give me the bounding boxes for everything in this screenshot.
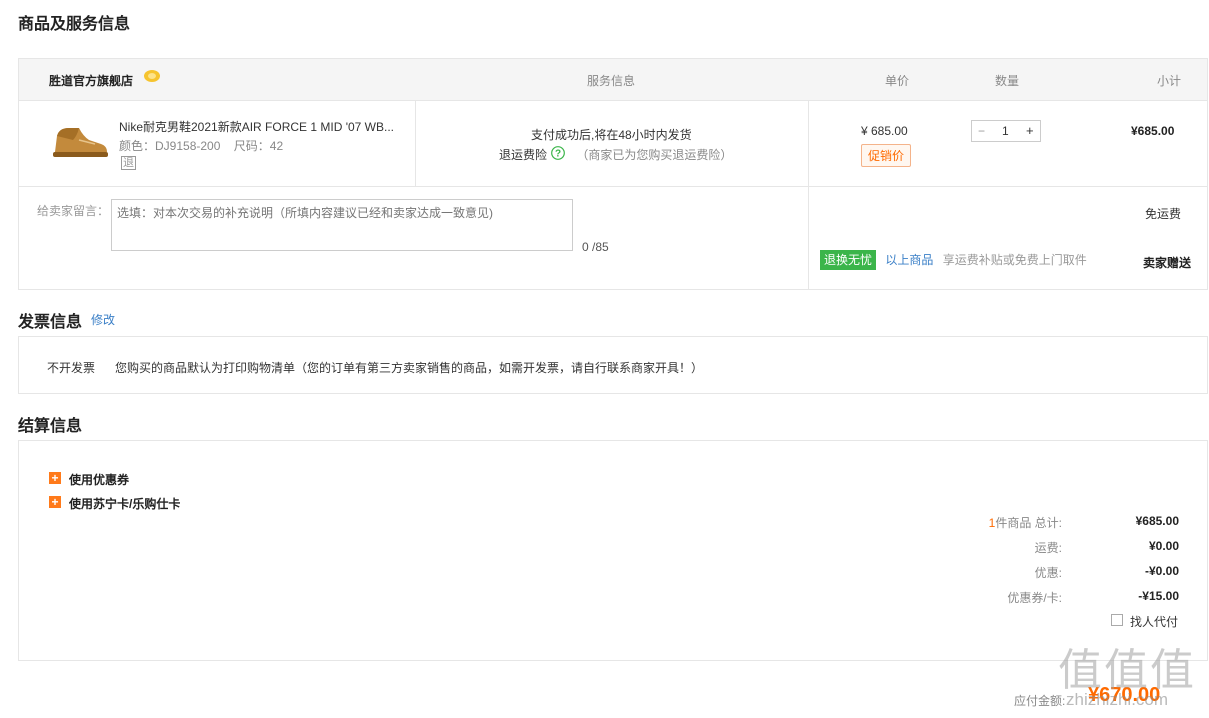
product-panel: 胜道官方旗舰店 服务信息 单价 数量 小计 Nike耐克男鞋2021新款AIR … bbox=[18, 58, 1208, 290]
message-counter: 0 /85 bbox=[582, 240, 609, 254]
item-subtotal: ¥685.00 bbox=[1131, 124, 1175, 138]
seller-message-input[interactable] bbox=[111, 199, 573, 251]
insurance-note: （商家已为您购买退运费险） bbox=[576, 148, 733, 162]
help-icon[interactable]: ? bbox=[551, 146, 565, 160]
invoice-type: 不开发票 bbox=[47, 361, 96, 375]
message-label: 给卖家留言： bbox=[37, 204, 110, 218]
discount-value: -¥0.00 bbox=[1144, 564, 1179, 578]
service-insurance: 退运费险 ? （商家已为您购买退运费险） bbox=[499, 146, 732, 163]
seller-gift-label: 卖家赠送 bbox=[1143, 256, 1192, 270]
qty-plus-button[interactable]: + bbox=[1026, 123, 1034, 138]
product-name[interactable]: Nike耐克男鞋2021新款AIR FORCE 1 MID '07 WB... bbox=[119, 118, 409, 135]
unit-price: ¥ 685.00 bbox=[861, 124, 908, 138]
watermark-logo: 值 值 值 bbox=[1058, 645, 1194, 696]
coupon-card-value: -¥15.00 bbox=[1138, 589, 1179, 603]
qty-minus-button[interactable]: − bbox=[978, 124, 985, 138]
col-price-header: 单价 bbox=[885, 74, 910, 88]
quantity-stepper: − 1 + bbox=[971, 120, 1041, 142]
total-label: 1件商品 总计: bbox=[989, 514, 1062, 531]
shipping-fee-label: 运费: bbox=[1034, 541, 1062, 555]
shop-badge-icon bbox=[143, 69, 161, 83]
product-row: Nike耐克男鞋2021新款AIR FORCE 1 MID '07 WB... … bbox=[19, 100, 1207, 187]
return-items-link[interactable]: 以上商品 bbox=[885, 253, 933, 267]
product-section-title: 商品及服务信息 bbox=[18, 16, 131, 33]
divider bbox=[808, 186, 809, 289]
product-attrs: 颜色：DJ9158-200 尺码：42 bbox=[119, 137, 283, 154]
service-shipping-info: 支付成功后,将在48小时内发货 bbox=[531, 128, 692, 142]
return-desc: 享运费补贴或免费上门取件 bbox=[942, 253, 1087, 267]
color-label: 颜色： bbox=[119, 139, 156, 153]
return-worry-free-tag: 退换无忧 bbox=[820, 250, 877, 270]
free-shipping-label: 免运费 bbox=[1145, 207, 1182, 221]
return-mark-icon: 退 bbox=[121, 156, 136, 170]
svg-text:?: ? bbox=[555, 149, 561, 160]
col-subtotal-header: 小计 bbox=[1157, 74, 1182, 88]
size-label: 尺码： bbox=[233, 139, 270, 153]
shop-name[interactable]: 胜道官方旗舰店 bbox=[49, 72, 133, 89]
use-coupon-label: 使用优惠券 bbox=[69, 473, 130, 487]
proxy-pay-checkbox[interactable] bbox=[1111, 614, 1123, 626]
invoice-note: 您购买的商品默认为打印购物清单（您的订单有第三方卖家销售的商品，如需开发票，请自… bbox=[115, 361, 704, 375]
watermark-text: zhizhizhi.com bbox=[1066, 690, 1169, 709]
settlement-section-title: 结算信息 bbox=[18, 418, 83, 435]
divider bbox=[808, 100, 809, 186]
proxy-pay-label: 找人代付 bbox=[1130, 615, 1179, 629]
col-qty-header: 数量 bbox=[995, 74, 1020, 88]
promo-tag: 促销价 bbox=[861, 144, 912, 167]
product-thumbnail[interactable] bbox=[49, 122, 109, 162]
discount-label: 优惠: bbox=[1034, 566, 1062, 580]
qty-input[interactable]: 1 bbox=[1002, 124, 1009, 138]
size-value: 42 bbox=[269, 139, 284, 153]
invoice-panel: 不开发票 您购买的商品默认为打印购物清单（您的订单有第三方卖家销售的商品，如需开… bbox=[18, 336, 1208, 394]
color-value: DJ9158-200 bbox=[155, 139, 221, 153]
total-value: ¥685.00 bbox=[1135, 514, 1179, 528]
return-service-info: 退换无忧 以上商品 享运费补贴或免费上门取件 bbox=[820, 250, 1087, 270]
product-table-header: 胜道官方旗舰店 服务信息 单价 数量 小计 bbox=[19, 59, 1207, 101]
coupon-card-label: 优惠券/卡: bbox=[1007, 591, 1062, 605]
invoice-edit-link[interactable]: 修改 bbox=[91, 311, 115, 328]
use-card-label: 使用苏宁卡/乐购仕卡 bbox=[69, 497, 181, 511]
insurance-label: 退运费险 bbox=[499, 148, 548, 162]
divider bbox=[415, 100, 416, 186]
shipping-fee-value: ¥0.00 bbox=[1148, 539, 1179, 553]
item-count-label: 件商品 总计: bbox=[995, 516, 1062, 530]
expand-plus-icon: + bbox=[49, 472, 61, 484]
invoice-section-title: 发票信息 bbox=[18, 314, 83, 331]
settlement-panel: + 使用优惠券 + 使用苏宁卡/乐购仕卡 1件商品 总计: ¥685.00 运费… bbox=[18, 440, 1208, 661]
expand-plus-icon: + bbox=[49, 496, 61, 508]
col-service-header: 服务信息 bbox=[587, 74, 636, 88]
